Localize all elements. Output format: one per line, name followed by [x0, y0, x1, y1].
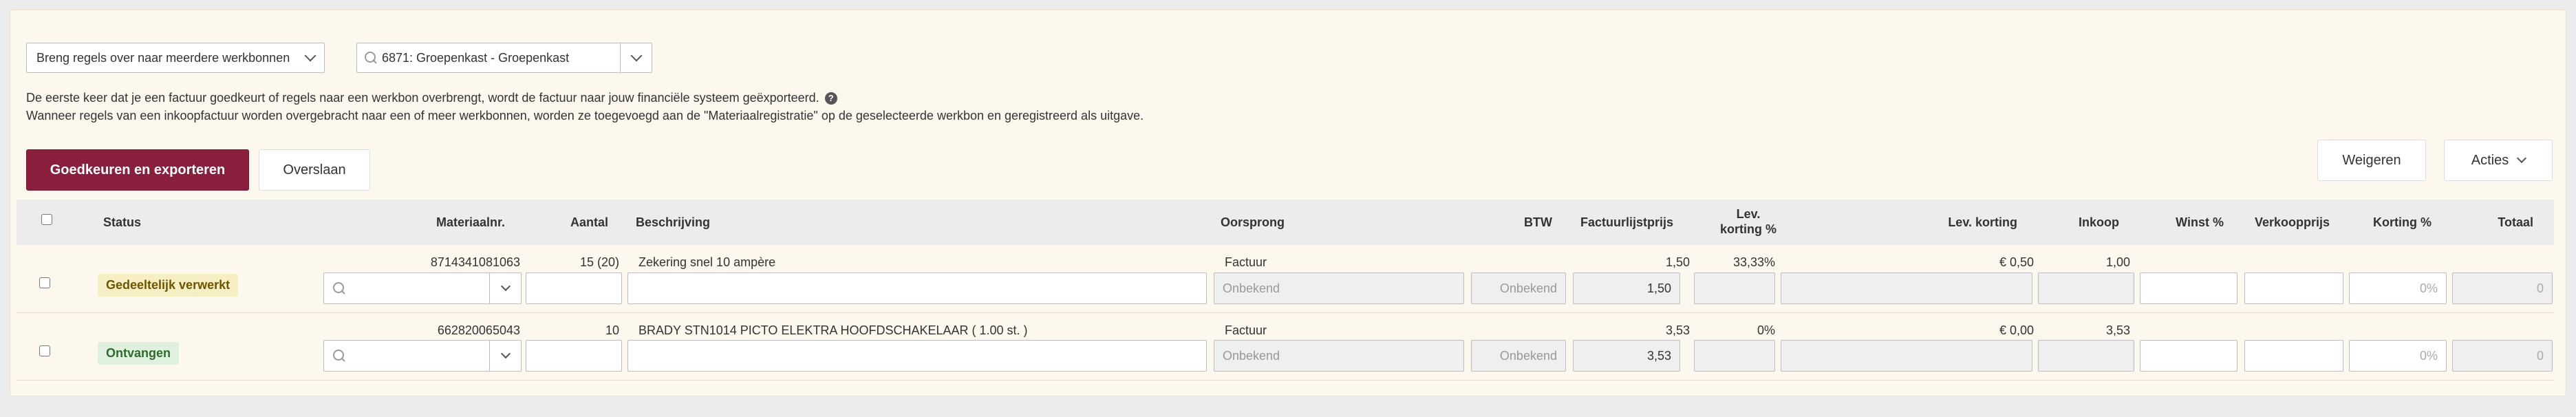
- workorder-select[interactable]: [323, 340, 522, 372]
- th-origin: Oorsprong: [1221, 215, 1285, 229]
- select-all-checkbox[interactable]: [41, 214, 52, 225]
- row-divider: [17, 380, 2554, 381]
- info-line-1: De eerste keer dat je een factuur goedke…: [26, 89, 837, 107]
- quantity: 15 (20): [579, 255, 619, 269]
- skip-button[interactable]: Overslaan: [259, 149, 370, 191]
- row-checkbox[interactable]: [39, 277, 50, 288]
- th-sale-price: Verkoopprijs: [2254, 215, 2330, 229]
- invoice-list-price: 3,53: [1665, 323, 1690, 337]
- profit-pct-input[interactable]: [2140, 340, 2237, 372]
- quantity-input[interactable]: [526, 272, 622, 304]
- origin-input[interactable]: Onbekend: [1214, 340, 1464, 372]
- invoice-list-price: 1,50: [1665, 255, 1690, 269]
- move-rules-select-value: Breng regels over naar meerdere werkbonn…: [36, 50, 290, 65]
- supplier-discount-pct-input[interactable]: [1694, 272, 1775, 304]
- th-supplier-discount-pct: Lev. korting %: [1690, 206, 1807, 237]
- sale-price-input[interactable]: [2244, 340, 2343, 372]
- workorder-select-toggle[interactable]: [489, 273, 521, 303]
- th-supplier-discount-pct-line1: Lev.: [1736, 207, 1761, 221]
- status-badge: Ontvangen: [98, 342, 180, 365]
- purchase: 3,53: [2105, 323, 2130, 337]
- purchase-input[interactable]: [2038, 272, 2134, 304]
- description-input[interactable]: [627, 340, 1207, 372]
- th-supplier-discount-pct-line2: korting %: [1719, 222, 1777, 236]
- supplier-discount-pct-input[interactable]: [1694, 340, 1775, 372]
- workorder-select-toggle[interactable]: [489, 341, 521, 371]
- description: BRADY STN1014 PICTO ELEKTRA HOOFDSCHAKEL…: [638, 323, 1028, 337]
- supplier-discount-input[interactable]: [1781, 340, 2032, 372]
- th-quantity: Aantal: [570, 215, 608, 229]
- search-icon: [332, 281, 346, 295]
- chevron-down-icon: [630, 50, 642, 62]
- th-profit-pct: Winst %: [2176, 215, 2224, 229]
- th-purchase: Inkoop: [2079, 215, 2119, 229]
- chevron-down-icon: [2517, 153, 2527, 164]
- list-price-input[interactable]: 1,50: [1573, 272, 1680, 304]
- info-line-1-text: De eerste keer dat je een factuur goedke…: [26, 91, 819, 105]
- origin: Factuur: [1225, 255, 1267, 269]
- th-invoice-list-price: Factuurlijstprijs: [1580, 215, 1673, 229]
- description: Zekering snel 10 ampère: [638, 255, 776, 269]
- supplier-discount: € 0,50: [1999, 255, 2034, 269]
- chevron-down-icon: [500, 281, 511, 292]
- description-input[interactable]: [627, 272, 1207, 304]
- list-price-input[interactable]: 3,53: [1573, 340, 1680, 372]
- purchase: 1,00: [2105, 255, 2130, 269]
- discount-pct-input[interactable]: 0%: [2349, 340, 2447, 372]
- th-vat: BTW: [1524, 215, 1552, 229]
- row-checkbox[interactable]: [39, 345, 50, 356]
- chevron-down-icon: [304, 50, 316, 62]
- search-icon: [364, 51, 378, 65]
- vat-input[interactable]: Onbekend: [1471, 272, 1566, 304]
- th-total: Totaal: [2498, 215, 2533, 229]
- supplier-discount: € 0,00: [1999, 323, 2034, 337]
- workorder-search-value: 6871: Groepenkast - Groepenkast: [382, 50, 570, 65]
- workorder-search[interactable]: 6871: Groepenkast - Groepenkast: [356, 43, 652, 73]
- workorder-select[interactable]: [323, 272, 522, 304]
- move-rules-select[interactable]: Breng regels over naar meerdere werkbonn…: [26, 43, 325, 73]
- th-discount-pct: Korting %: [2373, 215, 2432, 229]
- help-icon[interactable]: ?: [824, 92, 837, 105]
- row-divider: [17, 312, 2554, 313]
- vat-input[interactable]: Onbekend: [1471, 340, 1566, 372]
- status-badge: Gedeeltelijk verwerkt: [98, 274, 239, 297]
- workorder-dropdown-toggle[interactable]: [620, 43, 652, 72]
- search-icon: [332, 349, 346, 363]
- reject-button[interactable]: Weigeren: [2317, 140, 2426, 181]
- material-nr: 8714341081063: [430, 255, 520, 269]
- actions-dropdown-button[interactable]: Acties: [2444, 140, 2553, 181]
- total-input[interactable]: 0: [2452, 340, 2553, 372]
- profit-pct-input[interactable]: [2140, 272, 2237, 304]
- supplier-discount-pct: 33,33%: [1732, 255, 1775, 269]
- approve-export-button[interactable]: Goedkeuren en exporteren: [26, 149, 249, 191]
- total-input[interactable]: 0: [2452, 272, 2553, 304]
- material-nr: 662820065043: [437, 323, 520, 337]
- quantity: 10: [605, 323, 619, 337]
- sale-price-input[interactable]: [2244, 272, 2343, 304]
- discount-pct-input[interactable]: 0%: [2349, 272, 2447, 304]
- supplier-discount-pct: 0%: [1757, 323, 1775, 337]
- origin-input[interactable]: Onbekend: [1214, 272, 1464, 304]
- th-status: Status: [103, 215, 142, 229]
- origin: Factuur: [1225, 323, 1267, 337]
- actions-dropdown-label: Acties: [2471, 152, 2509, 168]
- th-material-nr: Materiaalnr.: [436, 215, 505, 229]
- chevron-down-icon: [500, 348, 511, 359]
- quantity-input[interactable]: [526, 340, 622, 372]
- info-line-2: Wanneer regels van een inkoopfactuur wor…: [26, 109, 1144, 122]
- supplier-discount-input[interactable]: [1781, 272, 2032, 304]
- th-description: Beschrijving: [636, 215, 711, 229]
- purchase-input[interactable]: [2038, 340, 2134, 372]
- th-supplier-discount: Lev. korting: [1948, 215, 2017, 229]
